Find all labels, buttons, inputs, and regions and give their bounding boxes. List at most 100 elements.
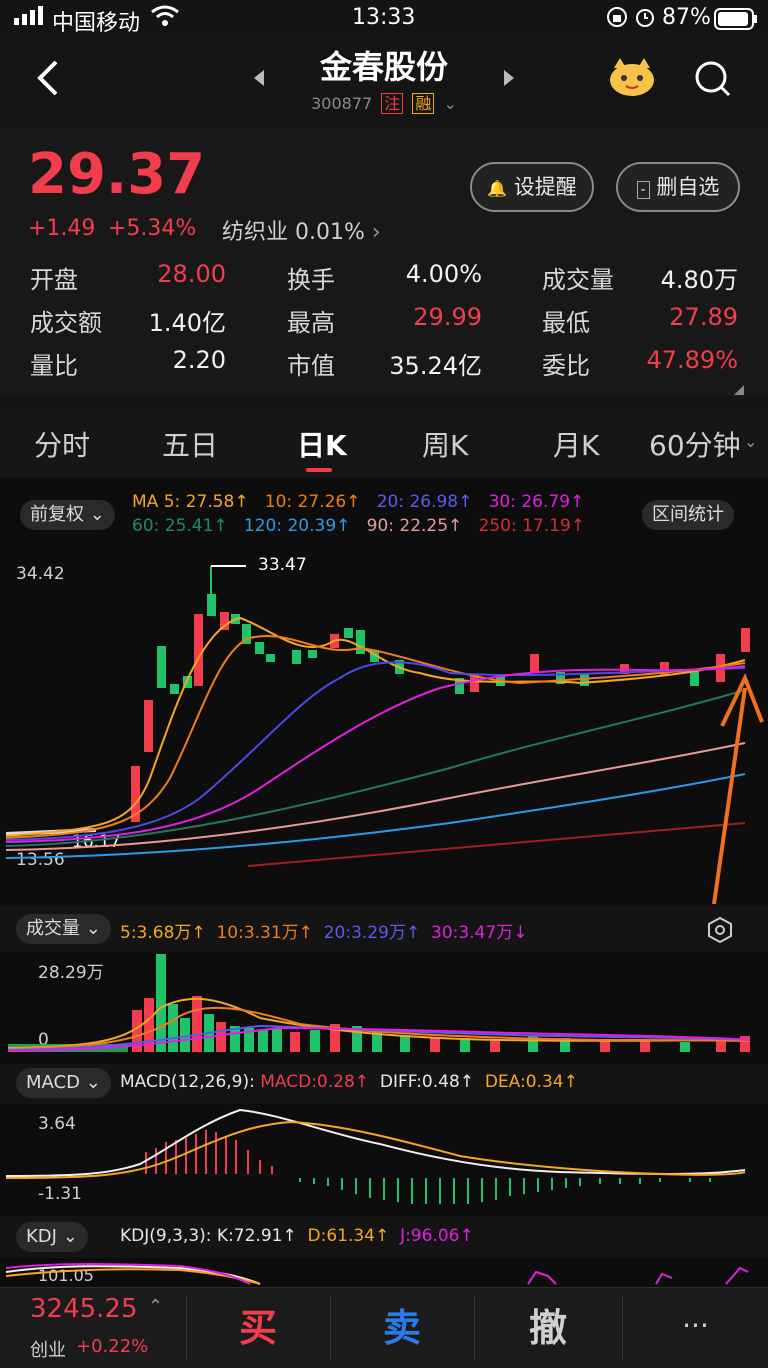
chevron-down-icon: ⌄ [443,94,457,113]
tag-margin: 融 [412,93,435,114]
macd-positive-bars [145,1130,273,1174]
index-pct: +0.22% [76,1336,149,1357]
volume-chart[interactable] [0,952,768,1056]
stat-label: 开盘 [30,266,78,294]
stat-value: 29.99 [413,303,482,331]
stat-label: 量比 [30,352,78,380]
macd-selector[interactable]: MACD ⌄ [16,1068,111,1098]
stat-label: 最高 [287,309,335,337]
trade-footer: 3245.25 ⌃ 创业 +0.22% 买 卖 撤 ··· [0,1287,768,1368]
cancel-order-button[interactable]: 撤 [475,1288,621,1368]
stat-label: 市值 [287,352,335,380]
stat-value: 27.89 [669,303,738,331]
vol-ma10: 10:3.31万↑ [216,923,313,943]
next-stock-icon[interactable] [502,68,516,92]
stat-label: 成交额 [30,309,102,337]
diff-value: DIFF:0.48↑ [379,1072,475,1092]
dea-value: DEA:0.34↑ [484,1072,578,1092]
stat-value: 35.24亿 [389,352,482,380]
battery-icon [714,8,758,36]
j-value: J:96.06↑ [400,1226,474,1246]
stock-code: 300877 [311,94,373,113]
sell-button[interactable]: 卖 [331,1288,473,1368]
index-ticker[interactable]: 3245.25 ⌃ 创业 +0.22% [0,1288,186,1368]
stat-value: 28.00 [157,260,226,288]
tab-five-day[interactable]: 五日 [162,424,218,464]
bell-icon: 🔔 [487,179,508,198]
signal-icon [14,6,46,32]
remove-watchlist-button[interactable]: - 删自选 [616,162,740,212]
kdj-selector[interactable]: KDJ ⌄ [16,1222,88,1252]
kdj-label: KDJ [26,1226,57,1247]
industry-link[interactable]: 纺织业 0.01% › [222,214,381,246]
clock: 13:33 [352,5,416,30]
chevron-up-icon: ⌃ [148,1296,164,1317]
macd-chart[interactable] [0,1104,768,1214]
set-alert-button[interactable]: 🔔 设提醒 [470,162,594,212]
macd-negative-bars [299,1178,711,1204]
quote-panel: 29.37 🔔 设提醒 - 删自选 +1.49 +5.34% 纺织业 0.01%… [0,128,768,396]
chevron-down-icon[interactable]: ⌄ [744,432,757,451]
active-tab-indicator [306,468,332,472]
macd-label: MACD [26,1072,80,1093]
mascot-icon[interactable] [606,54,658,102]
price-change: +1.49 [28,216,96,241]
expand-corner-icon[interactable] [734,380,744,399]
tab-60min[interactable]: 60分钟 [649,424,741,464]
current-price: 29.37 [28,142,206,207]
minus-box-icon: - [636,181,650,199]
volume-ma-legend: 5:3.68万↑ 10:3.31万↑ 20:3.29万↑ 30:3.47万↓ [120,918,527,943]
volume-label: 成交量 [26,918,80,939]
alarm-icon [634,6,656,34]
stat-value: 1.40亿 [148,309,226,337]
tab-daily-k[interactable]: 日K [297,424,347,464]
tab-intraday[interactable]: 分时 [34,424,90,464]
stat-value: 4.80万 [660,266,738,294]
stat-value: 2.20 [172,346,226,374]
chevron-down-icon: ⌄ [62,1226,78,1247]
carrier-name: 中国移动 [52,11,141,36]
kdj-chart[interactable] [0,1258,768,1287]
set-alert-label: 设提醒 [513,175,577,199]
tab-weekly-k[interactable]: 周K [422,424,468,464]
stat-value: 4.00% [405,260,482,288]
buy-button[interactable]: 买 [187,1288,329,1368]
d-value: D:61.34↑ [307,1226,390,1246]
wifi-icon [150,4,180,34]
stat-label: 成交量 [542,266,614,294]
stat-value: 47.89% [646,346,738,374]
macd-params: MACD(12,26,9): [120,1072,255,1092]
vol-ma5: 5:3.68万↑ [120,923,206,943]
chevron-right-icon: › [371,220,381,245]
macd-legend: MACD(12,26,9): MACD:0.28↑ DIFF:0.48↑ DEA… [120,1072,578,1092]
kdj-lines [5,1263,749,1285]
status-bar: 中国移动 13:33 87% [0,0,768,38]
lock-rotation-icon [606,6,628,34]
index-value: 3245.25 [30,1294,138,1324]
remove-watchlist-label: 删自选 [656,175,720,199]
vol-ma20: 20:3.29万↑ [323,923,421,943]
index-name: 创业 [30,1340,66,1361]
vol-ma30: 30:3.47万↓ [431,923,528,943]
period-tabs: 分时 五日 日K 周K 月K 60分钟 ⌄ [0,410,768,476]
search-icon[interactable] [694,60,732,102]
annotation-arrow [712,672,764,905]
kdj-legend: KDJ(9,3,3): K:72.91↑ D:61.34↑ J:96.06↑ [120,1226,474,1246]
tab-monthly-k[interactable]: 月K [553,424,599,464]
chevron-down-icon: ⌄ [85,1072,101,1093]
chevron-down-icon: ⌄ [85,918,101,939]
kline-chart[interactable] [0,478,768,906]
industry-name: 纺织业 [222,220,289,245]
stat-label: 最低 [542,309,590,337]
price-change-pct: +5.34% [108,216,197,241]
tag-registered: 注 [381,93,404,114]
k-value: K:72.91↑ [216,1226,297,1246]
more-button[interactable]: ··· [623,1288,768,1368]
macd-lines [5,1108,746,1179]
volume-selector[interactable]: 成交量 ⌄ [16,914,111,944]
settings-icon[interactable] [706,916,734,948]
macd-value: MACD:0.28↑ [260,1072,370,1092]
stat-label: 换手 [287,266,335,294]
ma-lines [5,616,746,867]
app-header: 金春股份 300877 注 融 ⌄ [0,38,768,128]
